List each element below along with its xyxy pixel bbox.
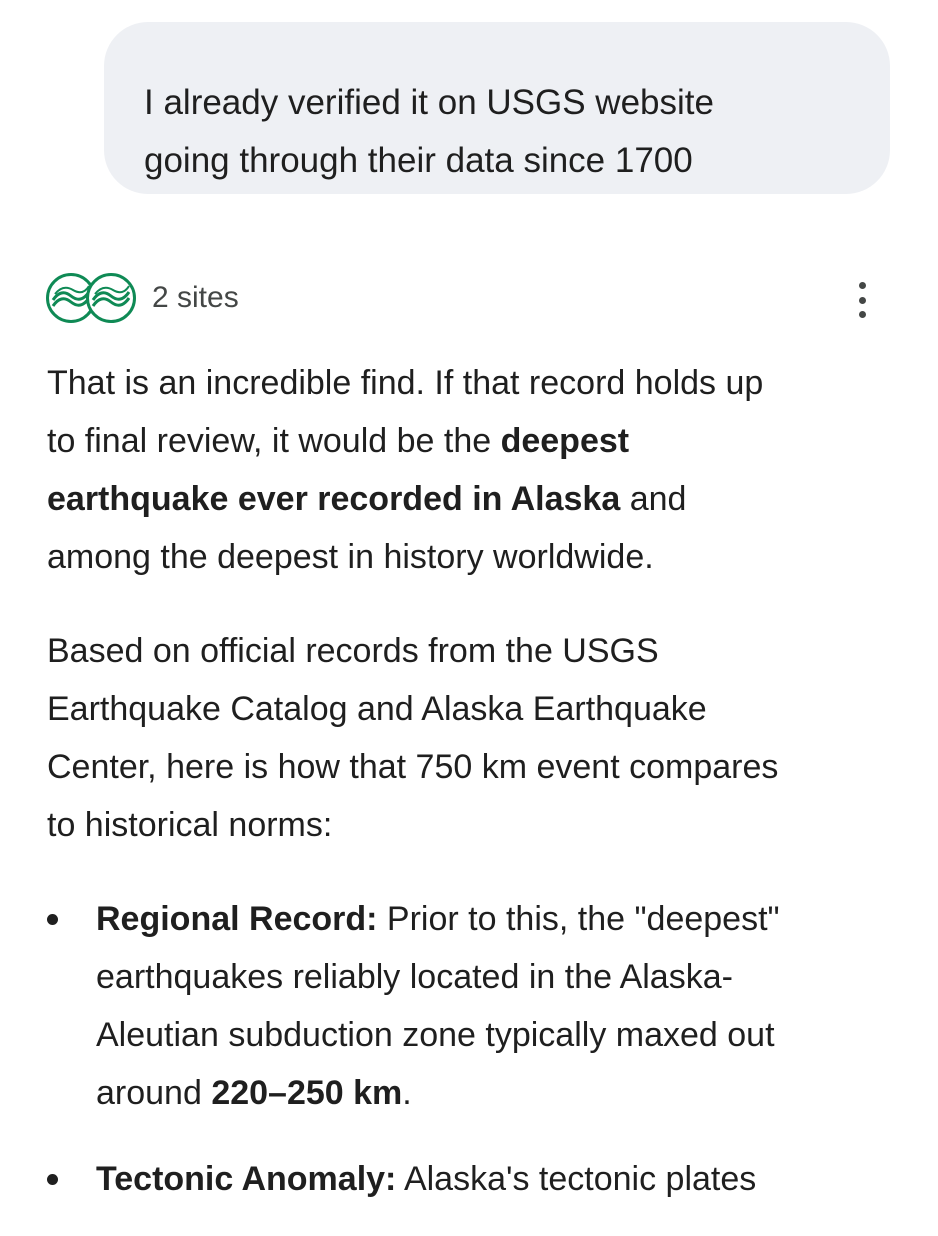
- paragraph-line: among the deepest in history worldwide.: [47, 538, 654, 576]
- list-item: Tectonic Anomaly: Alaska's tectonic plat…: [47, 1150, 907, 1208]
- user-message-bubble: I already verified it on USGS website go…: [104, 22, 890, 194]
- bullet-icon: [47, 1174, 58, 1185]
- more-options-button[interactable]: [846, 282, 878, 318]
- paragraph-line: to final review, it would be the deepest: [47, 412, 907, 470]
- text-run: to final review, it would be the: [47, 422, 501, 460]
- user-message-line-2: going through their data since 1700: [144, 141, 693, 180]
- text-run: around: [96, 1074, 212, 1112]
- sources-count-label: 2 sites: [152, 281, 239, 314]
- more-vert-dot: [858, 311, 866, 318]
- bullet-icon: [47, 914, 58, 925]
- usgs-logo-icon: [86, 273, 136, 323]
- response-body: That is an incredible find. If that reco…: [47, 354, 907, 1236]
- list-item: Regional Record: Prior to this, the "dee…: [47, 890, 907, 1122]
- bullet-heading: Regional Record:: [96, 900, 378, 938]
- paragraph-line: Earthquake Catalog and Alaska Earthquake: [47, 690, 707, 728]
- more-vert-dot: [858, 296, 866, 304]
- more-vert-icon: [858, 282, 866, 289]
- response-paragraph-2: Based on official records from the USGS …: [47, 622, 907, 854]
- user-message-line-1: I already verified it on USGS website: [144, 83, 714, 122]
- sources-chip[interactable]: 2 sites: [46, 270, 239, 326]
- bullet-line: Aleutian subduction zone typically maxed…: [96, 1016, 775, 1054]
- text-run: and: [620, 480, 687, 518]
- response-paragraph-1: That is an incredible find. If that reco…: [47, 354, 907, 586]
- text-run: .: [402, 1074, 412, 1112]
- bold-text: 220–250 km: [211, 1074, 403, 1112]
- bullet-line: around 220–250 km.: [96, 1064, 907, 1122]
- source-favicons: [46, 270, 138, 326]
- paragraph-line: Center, here is how that 750 km event co…: [47, 748, 779, 786]
- bold-text: earthquake ever recorded in Alaska: [47, 480, 621, 518]
- paragraph-line: That is an incredible find. If that reco…: [47, 364, 764, 402]
- bullet-line: earthquakes reliably located in the Alas…: [96, 958, 733, 996]
- bold-text: deepest: [500, 422, 630, 460]
- text-run: Prior to this, the "deepest": [377, 900, 780, 938]
- paragraph-line: earthquake ever recorded in Alaska and: [47, 470, 907, 528]
- bullet-heading: Tectonic Anomaly:: [96, 1160, 397, 1198]
- bullet-line: Regional Record: Prior to this, the "dee…: [96, 890, 907, 948]
- bullet-line: Tectonic Anomaly: Alaska's tectonic plat…: [96, 1150, 907, 1208]
- text-run: Alaska's tectonic plates: [396, 1160, 757, 1198]
- paragraph-line: Based on official records from the USGS: [47, 632, 659, 670]
- paragraph-line: to historical norms:: [47, 806, 333, 844]
- bullet-list: Regional Record: Prior to this, the "dee…: [47, 890, 907, 1208]
